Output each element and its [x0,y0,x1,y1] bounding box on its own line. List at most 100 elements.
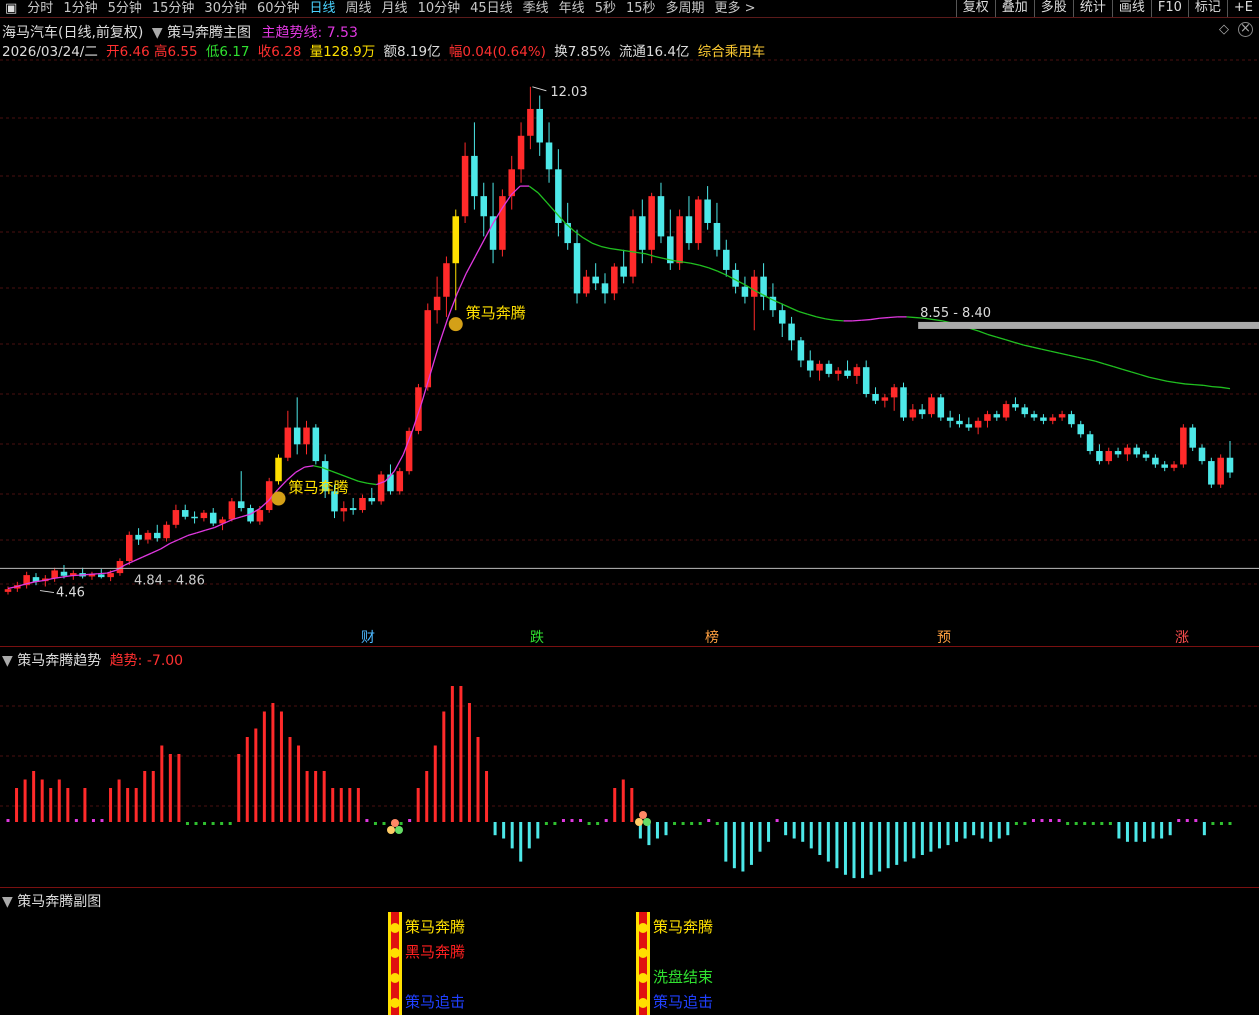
trend-bar [467,703,471,822]
trend-bar [920,822,924,855]
trend-bar [732,822,736,869]
trend-bar [143,771,147,822]
trend-bar [74,819,78,822]
trend-bar [1134,822,1138,842]
trend-line-segment [582,237,593,244]
trend-bar [100,819,104,822]
candle-body [1077,424,1085,435]
candle-body [480,196,488,217]
trend-bar [1091,822,1095,825]
trend-bar [211,822,215,825]
candle-body [993,414,1001,418]
trend-line-segment [816,316,826,320]
trend-line-segment [61,575,71,578]
candle-body [974,420,982,428]
candle-body [1226,457,1234,473]
candle-body [293,427,301,445]
trend-bar [1185,819,1189,822]
trend-bar [1177,819,1181,822]
trend-line-segment [1194,383,1204,386]
sub-signal-label: 洗盘结束 [653,968,713,986]
trend-bar [527,822,531,849]
candle-body [1058,414,1066,418]
trend-line-segment [456,273,467,294]
trend-bar [972,822,976,836]
trend-line-segment [852,319,862,322]
trend-line-segment [1041,348,1051,352]
candle-body [946,417,954,421]
trend-line-segment [367,482,377,486]
candle-body [265,481,273,511]
trend-bar [126,788,130,822]
signal-dot-icon [395,826,403,834]
candle-body [172,510,180,525]
trend-bar [1074,822,1078,825]
candle-body [1030,414,1038,418]
trend-bar [809,822,813,849]
candle-body [144,532,152,540]
kline-chart[interactable]: 4.84 - 4.868.55 - 8.4012.034.46策马奔腾策马奔腾财… [0,0,1259,1015]
trend-bar [117,779,121,822]
trend-bar [459,686,463,822]
trend-bar [91,819,95,822]
trend-bar [1117,822,1121,839]
trend-bar [83,788,87,822]
trend-bar [23,779,27,822]
sub-signal-label: 策马奔腾 [653,918,713,936]
candle-body [825,363,833,374]
trend-bar [1023,822,1027,825]
trend-line-segment [1202,384,1213,388]
trend-bar [579,819,583,822]
trend-bar [673,822,677,825]
candle-body [1170,464,1178,468]
candle-body [592,276,599,284]
trend-line-segment [79,573,89,576]
trend-line-segment [349,477,359,482]
candle-body [107,573,114,578]
candle-body [1096,451,1103,462]
candle-body [135,534,142,540]
trend-line-segment [331,470,341,476]
trend-line-segment [1148,376,1159,380]
trend-line-segment [987,333,997,338]
candle-body [4,589,12,592]
trend-line-segment [205,526,215,531]
candle-body [1068,414,1075,425]
trend-bar [553,822,557,825]
candle-body [377,474,385,502]
trend-bar [220,822,224,825]
trend-bar [955,822,959,842]
trend-bar [963,822,967,839]
signal-dot-icon [390,923,400,933]
candle-body [191,516,198,519]
candle-body [611,266,618,294]
trend-line-segment [807,313,817,318]
trend-bar [715,822,719,825]
trend-bar [587,822,591,825]
candle-body [126,534,133,562]
trend-bar [1108,822,1112,825]
trend-bar [878,822,882,872]
candle-body [1189,427,1196,448]
candle-body [928,397,935,415]
candle-body [1142,454,1150,458]
trend-line-segment [591,242,602,248]
low-label: 4.46 [56,586,85,601]
candle-body [984,414,991,421]
trend-line-segment [429,343,440,375]
trend-bar [134,788,138,822]
trend-bar [194,822,198,825]
trend-line-segment [1068,354,1078,358]
signal-dot-icon [638,923,648,933]
trend-line-segment [1157,378,1168,382]
trend-bar [767,822,771,842]
trend-line-segment [358,480,368,484]
trend-bar [288,737,292,822]
trend-bar [109,788,113,822]
trend-bar [929,822,933,852]
candle-body [396,471,404,492]
trend-line-segment [70,574,80,577]
signal-dot-icon [390,998,400,1008]
trend-line-segment [295,466,305,474]
trend-line-segment [789,306,799,313]
